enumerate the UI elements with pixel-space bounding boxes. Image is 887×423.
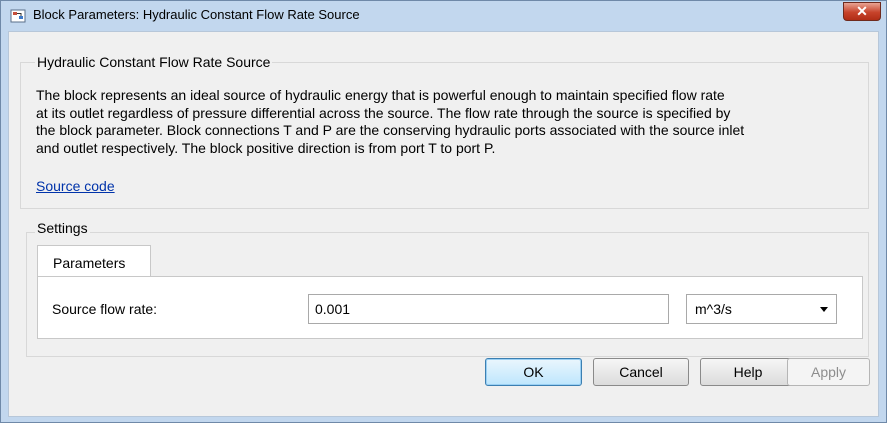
dialog-window: Block Parameters: Hydraulic Constant Flo… — [0, 0, 887, 423]
cancel-button-label: Cancel — [619, 364, 663, 380]
cancel-button[interactable]: Cancel — [593, 358, 689, 386]
dialog-content: Hydraulic Constant Flow Rate Source The … — [8, 31, 879, 417]
chevron-down-icon — [820, 307, 828, 312]
source-flow-rate-label: Source flow rate: — [52, 301, 158, 317]
apply-button[interactable]: Apply — [787, 358, 870, 386]
tab-parameters[interactable]: Parameters — [37, 245, 151, 277]
description-line: at its outlet regardless of pressure dif… — [36, 104, 731, 121]
settings-group-title: Settings — [35, 220, 90, 236]
tab-label: Parameters — [53, 255, 126, 271]
simulink-block-icon — [10, 9, 26, 23]
title-bar[interactable]: Block Parameters: Hydraulic Constant Flo… — [1, 1, 886, 31]
ok-button-label: OK — [523, 364, 544, 380]
close-icon: ✕ — [856, 3, 868, 19]
block-description: The block represents an ideal source of … — [36, 87, 866, 157]
parameters-panel: Source flow rate: m^3/s — [37, 276, 863, 339]
help-button[interactable]: Help — [700, 358, 796, 386]
apply-button-label: Apply — [810, 364, 847, 380]
description-line: The block represents an ideal source of … — [36, 87, 725, 103]
unit-value: m^3/s — [695, 301, 732, 317]
ok-button[interactable]: OK — [485, 358, 582, 386]
window-title: Block Parameters: Hydraulic Constant Flo… — [33, 7, 360, 22]
close-button[interactable]: ✕ — [843, 2, 881, 21]
source-code-link[interactable]: Source code — [36, 178, 115, 194]
source-flow-rate-input[interactable] — [308, 294, 669, 324]
description-line: the block parameter. Block connections T… — [36, 122, 745, 138]
help-button-label: Help — [733, 364, 763, 380]
flow-rate-unit-select[interactable]: m^3/s — [686, 294, 837, 324]
description-group-title: Hydraulic Constant Flow Rate Source — [35, 54, 273, 70]
description-line: and outlet respectively. The block posit… — [36, 139, 496, 156]
